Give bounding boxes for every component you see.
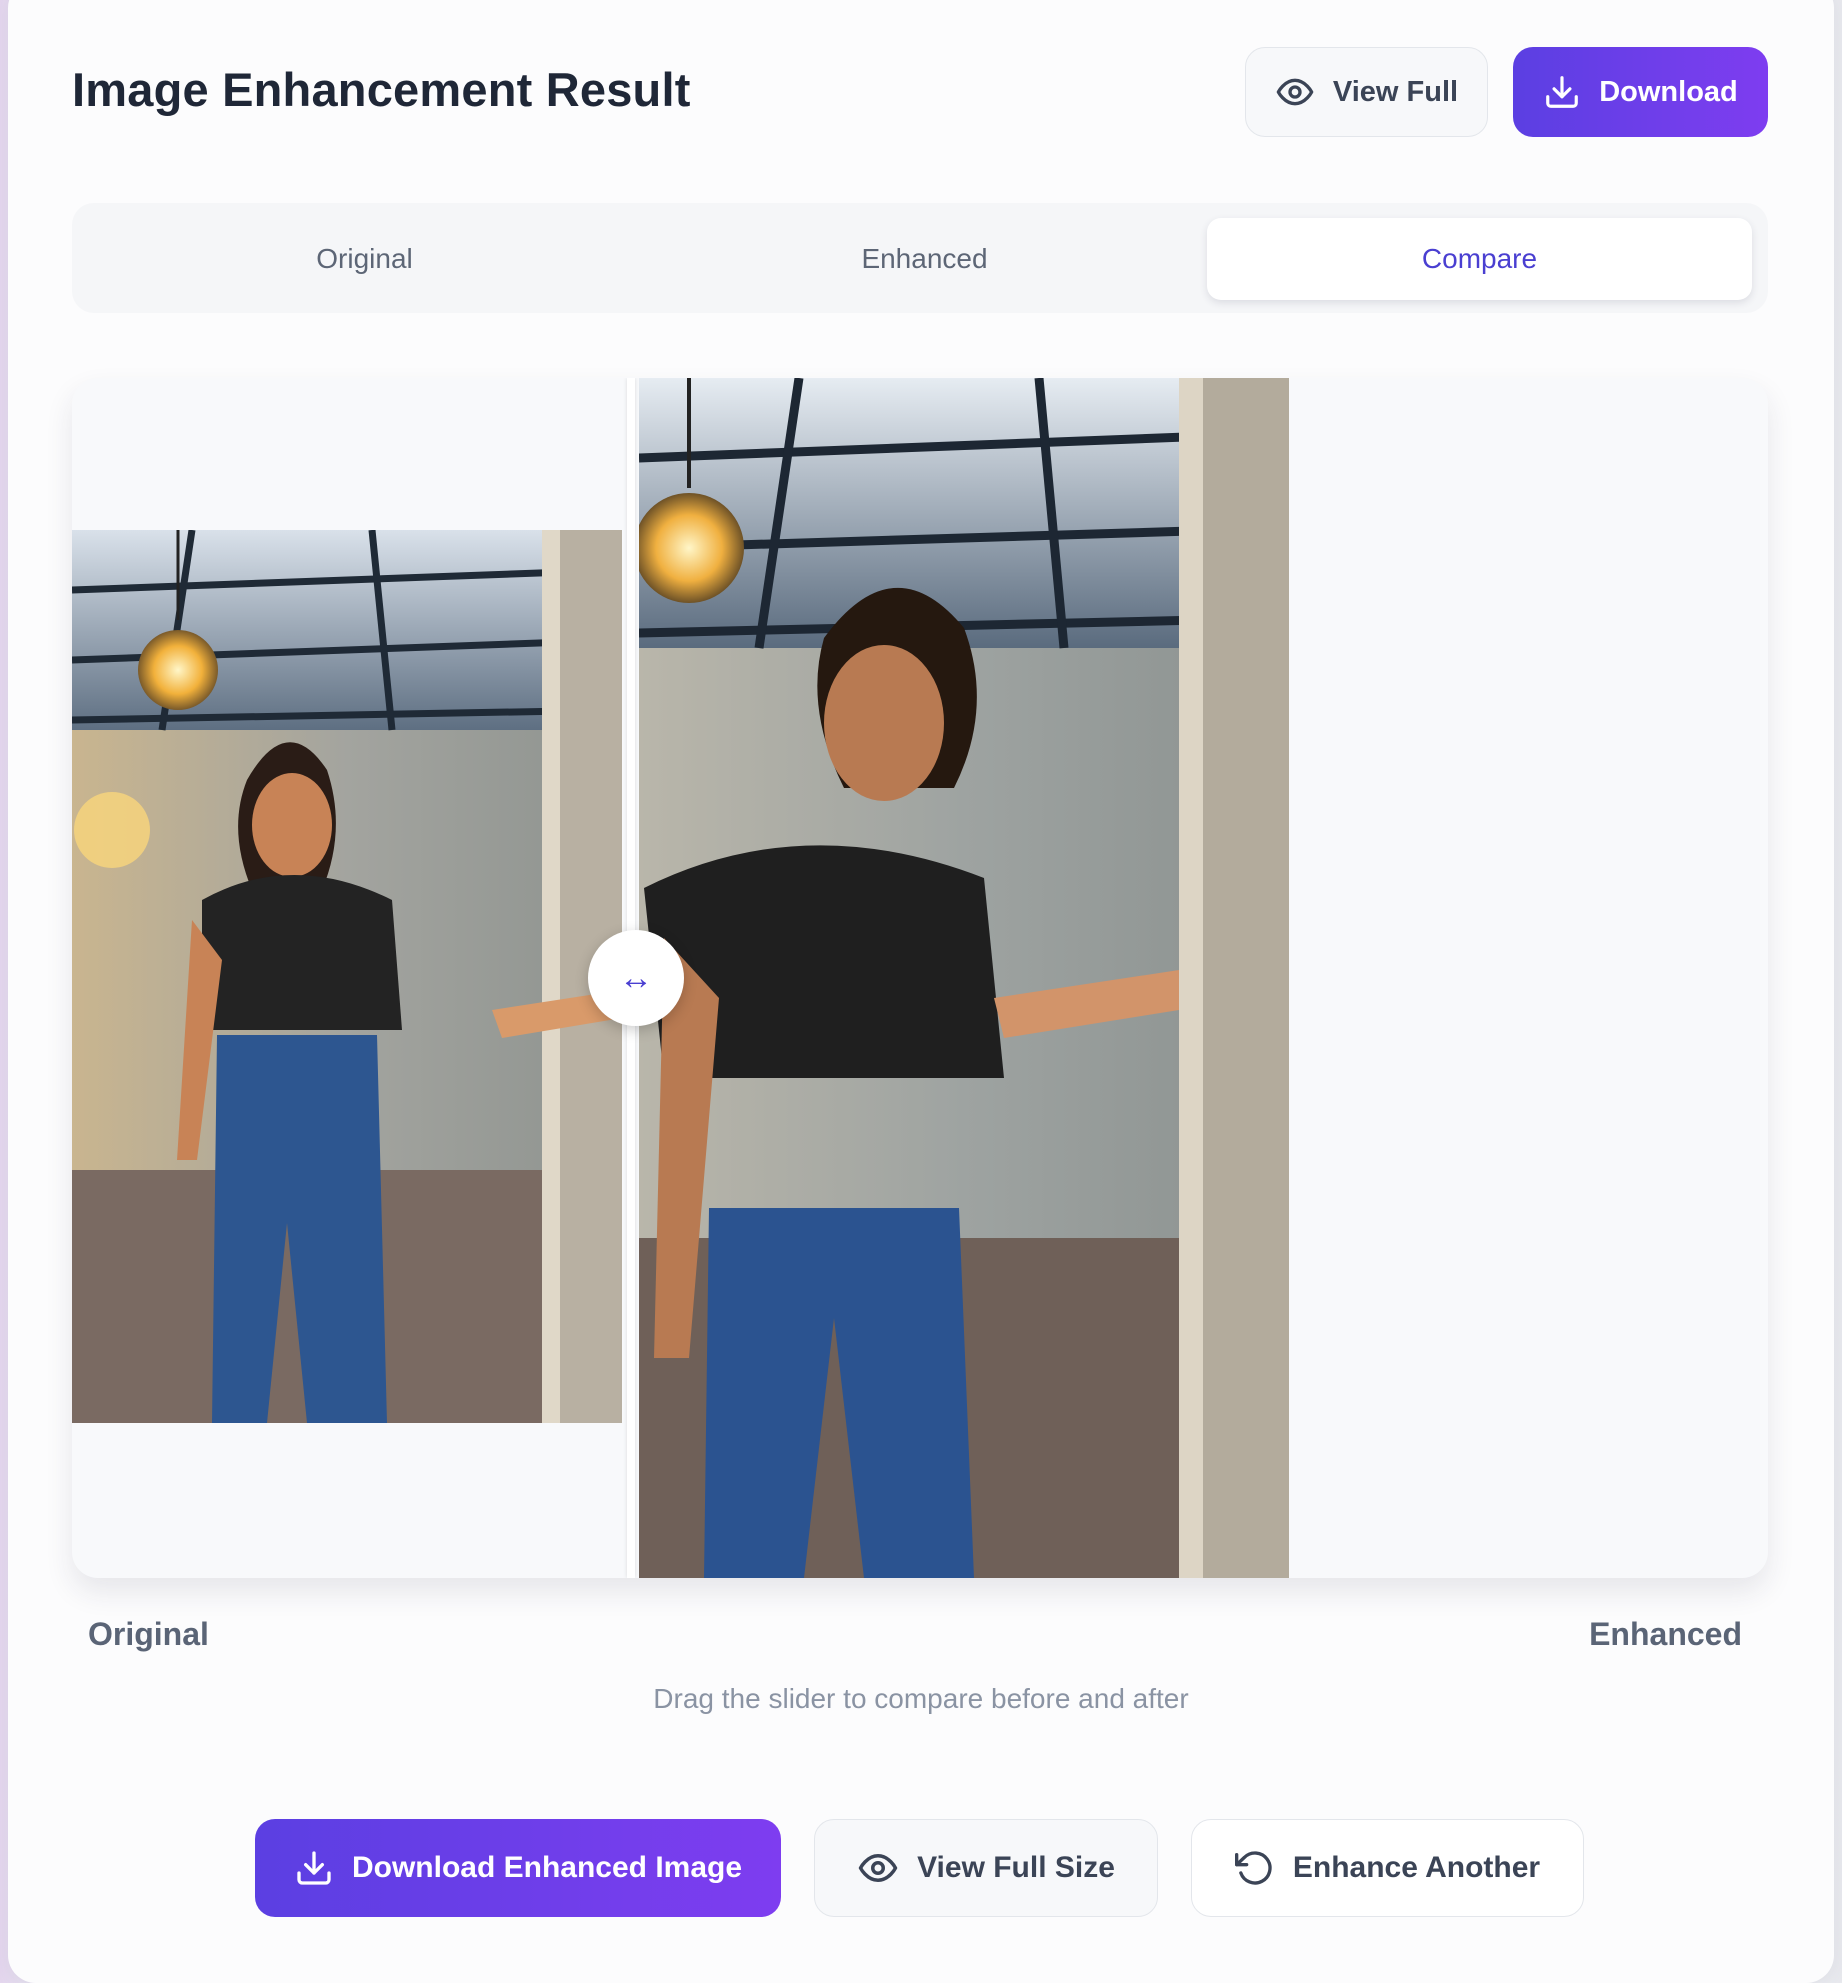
rotate-ccw-icon bbox=[1234, 1851, 1272, 1885]
original-caption: Original bbox=[88, 1616, 209, 1652]
download-enhanced-label: Download Enhanced Image bbox=[351, 1851, 743, 1884]
slider-handle[interactable]: ↔ bbox=[588, 930, 684, 1026]
view-full-button[interactable]: View Full bbox=[1245, 47, 1488, 137]
download-icon bbox=[1546, 76, 1579, 108]
enhance-another-label: Enhance Another bbox=[1292, 1851, 1541, 1884]
comparison-viewer[interactable]: ↔ bbox=[72, 378, 1768, 1578]
download-enhanced-image-button[interactable]: Download Enhanced Image bbox=[255, 1819, 781, 1917]
eye-icon bbox=[1276, 78, 1314, 106]
view-full-label: View Full bbox=[1332, 75, 1459, 108]
eye-icon bbox=[858, 1854, 898, 1882]
enhance-another-button[interactable]: Enhance Another bbox=[1191, 1819, 1584, 1917]
view-full-size-label: View Full Size bbox=[917, 1851, 1115, 1884]
view-full-size-button[interactable]: View Full Size bbox=[814, 1819, 1158, 1917]
tab-compare[interactable]: Compare bbox=[1207, 218, 1752, 300]
download-button[interactable]: Download bbox=[1513, 47, 1768, 137]
tab-enhanced[interactable]: Enhanced bbox=[652, 218, 1197, 300]
original-image bbox=[72, 530, 622, 1423]
enhanced-caption: Enhanced bbox=[1589, 1616, 1742, 1652]
enhanced-image bbox=[639, 378, 1289, 1578]
compare-hint: Drag the slider to compare before and af… bbox=[653, 1683, 1189, 1714]
tab-original[interactable]: Original bbox=[92, 218, 637, 300]
page-title: Image Enhancement Result bbox=[72, 63, 691, 116]
arrows-left-right-icon: ↔ bbox=[619, 958, 653, 997]
view-mode-tabs: Original Enhanced Compare bbox=[72, 203, 1768, 313]
download-label: Download bbox=[1599, 75, 1738, 108]
download-icon bbox=[297, 1851, 331, 1885]
